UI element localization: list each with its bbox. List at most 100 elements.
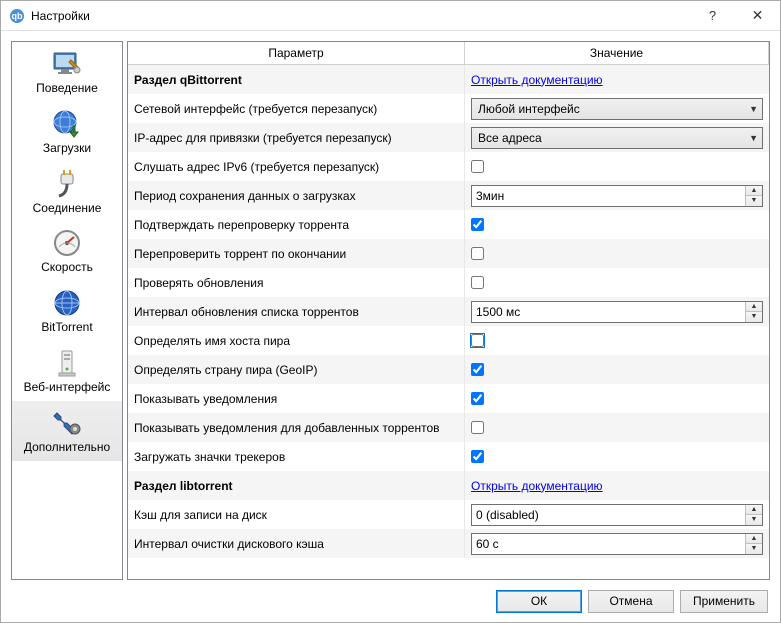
value-cell: Любой интерфейс▼ [465,94,769,123]
value-cell [465,384,769,413]
sidebar-label: Скорость [41,261,93,275]
param-cell: Кэш для записи на диск [128,500,465,529]
spin-up-icon[interactable]: ▲ [746,505,762,516]
window-title: Настройки [31,9,690,23]
doc-link[interactable]: Открыть документацию [471,73,603,87]
sidebar-item-4[interactable]: BitTorrent [12,281,122,341]
checkbox[interactable] [471,160,484,173]
globe-blue-icon [51,287,83,319]
sidebar: Поведение Загрузки Соединение Скорость BitTo… [11,41,123,580]
param-cell: Слушать адрес IPv6 (требуется перезапуск… [128,152,465,181]
spin-box[interactable]: ▲▼ [471,533,763,555]
value-cell: Все адреса▼ [465,123,769,152]
param-cell: Подтверждать перепроверку торрента [128,210,465,239]
value-cell [465,268,769,297]
help-button[interactable]: ? [690,1,735,31]
checkbox[interactable] [471,334,484,347]
sidebar-item-3[interactable]: Скорость [12,221,122,281]
grid-row: Определять имя хоста пира [128,326,769,355]
sidebar-item-0[interactable]: Поведение [12,42,122,102]
spin-input[interactable] [472,534,745,554]
spin-down-icon[interactable]: ▼ [746,544,762,554]
globe-down-icon [51,108,83,140]
value-cell [465,210,769,239]
checkbox[interactable] [471,247,484,260]
checkbox[interactable] [471,363,484,376]
checkbox[interactable] [471,218,484,231]
checkbox[interactable] [471,421,484,434]
grid-row: Сетевой интерфейс (требуется перезапуск)… [128,94,769,123]
close-button[interactable]: ✕ [735,1,780,31]
header-param[interactable]: Параметр [128,42,465,65]
value-cell [465,239,769,268]
value-cell [465,152,769,181]
spin-box[interactable]: ▲▼ [471,301,763,323]
grid-row: Показывать уведомления [128,384,769,413]
spin-box[interactable]: ▲▼ [471,504,763,526]
checkbox[interactable] [471,392,484,405]
doc-link[interactable]: Открыть документацию [471,479,603,493]
grid-row: Определять страну пира (GeoIP) [128,355,769,384]
grid-row: Проверять обновления [128,268,769,297]
svg-text:qb: qb [12,11,23,21]
param-cell: Раздел qBittorrent [128,65,465,94]
sidebar-label: Соединение [33,202,102,216]
param-cell: Сетевой интерфейс (требуется перезапуск) [128,94,465,123]
grid-row: Раздел qBittorrent Открыть документацию [128,65,769,94]
value-cell [465,413,769,442]
spin-down-icon[interactable]: ▼ [746,515,762,525]
value-cell [465,355,769,384]
value-cell: Открыть документацию [465,471,769,500]
spin-up-icon[interactable]: ▲ [746,534,762,545]
param-cell: Интервал обновления списка торрентов [128,297,465,326]
spin-down-icon[interactable]: ▼ [746,196,762,206]
combo-box[interactable]: Все адреса▼ [471,127,763,149]
sidebar-label: Дополнительно [24,441,110,455]
apply-button[interactable]: Применить [680,590,768,613]
param-cell: Перепроверить торрент по окончании [128,239,465,268]
spin-input[interactable] [472,505,745,525]
grid-row: Кэш для записи на диск ▲▼ [128,500,769,529]
chevron-down-icon: ▼ [749,104,758,114]
sidebar-item-1[interactable]: Загрузки [12,102,122,162]
ok-button[interactable]: ОК [496,590,582,613]
header-value[interactable]: Значение [465,42,769,65]
checkbox[interactable] [471,276,484,289]
checkbox[interactable] [471,450,484,463]
grid-row: Слушать адрес IPv6 (требуется перезапуск… [128,152,769,181]
spin-up-icon[interactable]: ▲ [746,302,762,313]
param-cell: Проверять обновления [128,268,465,297]
param-cell: Показывать уведомления для добавленных т… [128,413,465,442]
grid-header: Параметр Значение [128,42,769,65]
spin-down-icon[interactable]: ▼ [746,312,762,322]
sidebar-label: Загрузки [43,142,91,156]
sidebar-item-5[interactable]: Веб-интерфейс [12,341,122,401]
value-cell: ▲▼ [465,297,769,326]
value-cell [465,326,769,355]
plug-icon [51,168,83,200]
spin-box[interactable]: ▲▼ [471,185,763,207]
sidebar-item-2[interactable]: Соединение [12,162,122,222]
spin-up-icon[interactable]: ▲ [746,186,762,197]
param-cell: Раздел libtorrent [128,471,465,500]
grid-body[interactable]: Раздел qBittorrent Открыть документацию Се… [128,65,769,579]
sidebar-item-6[interactable]: Дополнительно [12,401,122,461]
param-cell: Определять имя хоста пира [128,326,465,355]
value-cell [465,442,769,471]
sidebar-label: Поведение [36,82,98,96]
param-cell: Период сохранения данных о загрузках [128,181,465,210]
combo-box[interactable]: Любой интерфейс▼ [471,98,763,120]
value-cell: ▲▼ [465,529,769,558]
dialog-footer: ОК Отмена Применить [1,580,780,622]
app-icon: qb [9,8,25,24]
spin-input[interactable] [472,186,745,206]
spin-input[interactable] [472,302,745,322]
settings-panel: Параметр Значение Раздел qBittorrent Откр… [127,41,770,580]
cancel-button[interactable]: Отмена [588,590,674,613]
param-cell: Показывать уведомления [128,384,465,413]
wrench-gear-icon [51,407,83,439]
grid-row: Период сохранения данных о загрузках ▲▼ [128,181,769,210]
param-cell: Загружать значки трекеров [128,442,465,471]
sidebar-label: BitTorrent [41,321,92,335]
monitor-tools-icon [51,48,83,80]
